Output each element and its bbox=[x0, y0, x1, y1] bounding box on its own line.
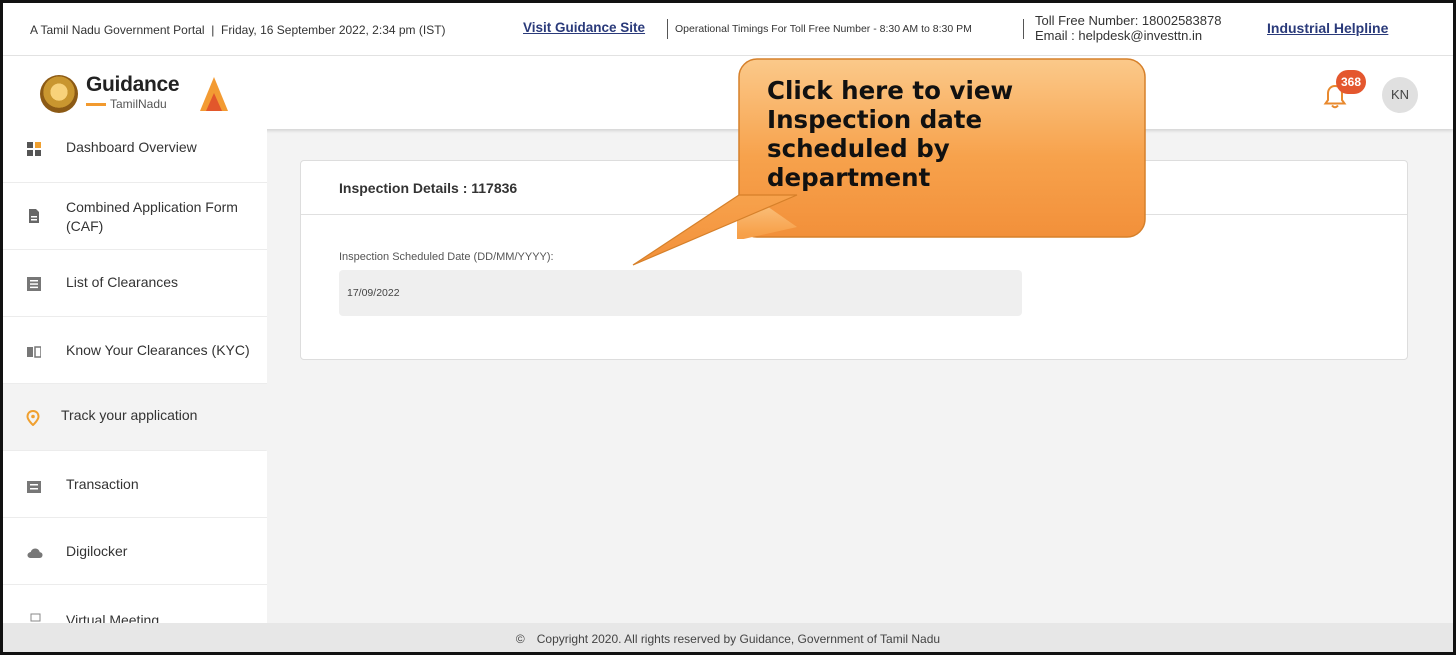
sidebar-item-label: List of Clearances bbox=[66, 274, 179, 290]
visit-guidance-site-link[interactable]: Visit Guidance Site bbox=[523, 20, 645, 35]
inspection-date-field[interactable]: 17/09/2022 bbox=[339, 270, 1022, 316]
dashboard-icon bbox=[27, 142, 41, 156]
document-icon bbox=[29, 209, 39, 223]
card-title: Inspection Details : 117836 bbox=[339, 180, 518, 196]
portal-text: A Tamil Nadu Government Portal bbox=[30, 23, 205, 37]
callout-pointer bbox=[632, 194, 798, 266]
guidance-logo[interactable]: Guidance TamilNadu bbox=[40, 73, 228, 113]
sidebar-item-transaction[interactable]: Transaction bbox=[3, 451, 267, 518]
sidebar-item-kyc[interactable]: Know Your Clearances (KYC) bbox=[3, 317, 267, 384]
notification-count-badge[interactable]: 368 bbox=[1336, 70, 1366, 94]
list-icon bbox=[27, 277, 41, 291]
transaction-icon bbox=[27, 481, 41, 493]
divider bbox=[667, 19, 668, 39]
sidebar-item-label: Dashboard Overview bbox=[66, 139, 197, 155]
app-header: Guidance TamilNadu 368 KN bbox=[3, 56, 1453, 129]
sidebar-item-label: Virtual Meeting bbox=[66, 612, 160, 623]
callout-text: Click here to view Inspection date sched… bbox=[767, 76, 1014, 192]
logo-subtitle: TamilNadu bbox=[110, 97, 167, 111]
sidebar-item-label: Transaction bbox=[66, 476, 139, 492]
sidebar-item-caf[interactable]: Combined Application Form (CAF) bbox=[3, 183, 267, 250]
user-avatar[interactable]: KN bbox=[1382, 77, 1418, 113]
copyright-symbol: © bbox=[515, 632, 525, 646]
inspection-date-label: Inspection Scheduled Date (DD/MM/YYYY): bbox=[339, 251, 554, 263]
video-meeting-icon bbox=[30, 613, 41, 622]
contact-info: Toll Free Number: 18002583878 Email : he… bbox=[1035, 13, 1221, 43]
sidebar-item-list-of-clearances[interactable]: List of Clearances bbox=[3, 250, 267, 317]
sidebar-item-digilocker[interactable]: Digilocker bbox=[3, 518, 267, 585]
sidebar-item-label: Know Your Clearances (KYC) bbox=[66, 342, 250, 358]
location-pin-icon bbox=[26, 410, 40, 426]
current-datetime: Friday, 16 September 2022, 2:34 pm (IST) bbox=[220, 23, 446, 37]
sidebar-item-label: Combined Application Form (CAF) bbox=[66, 199, 238, 234]
portal-info: A Tamil Nadu Government Portal | Friday,… bbox=[30, 23, 446, 37]
sidebar-item-label: Digilocker bbox=[66, 543, 128, 559]
logo-stripe bbox=[86, 103, 106, 106]
tn-emblem-icon bbox=[40, 75, 78, 113]
toll-free-number: Toll Free Number: 18002583878 bbox=[1035, 13, 1222, 28]
helpdesk-email: Email : helpdesk@investtn.in bbox=[1035, 28, 1203, 43]
logo-flame-inner bbox=[206, 93, 222, 111]
inspection-date-value: 17/09/2022 bbox=[347, 287, 400, 299]
footer-copyright: Copyright 2020. All rights reserved by G… bbox=[536, 632, 941, 646]
divider bbox=[1023, 19, 1024, 39]
book-icon bbox=[27, 346, 41, 358]
operational-timings: Operational Timings For Toll Free Number… bbox=[675, 23, 972, 35]
sidebar-item-label: Track your application bbox=[61, 407, 198, 423]
sidebar: Dashboard Overview Combined Application … bbox=[3, 129, 267, 623]
sidebar-item-virtual-meeting[interactable]: Virtual Meeting bbox=[3, 585, 267, 623]
app-window: A Tamil Nadu Government Portal | Friday,… bbox=[0, 0, 1456, 655]
sidebar-item-track-application[interactable]: Track your application bbox=[3, 384, 267, 451]
footer: © Copyright 2020. All rights reserved by … bbox=[3, 623, 1453, 652]
logo-brand: Guidance bbox=[86, 73, 180, 96]
top-info-bar: A Tamil Nadu Government Portal | Friday,… bbox=[3, 3, 1453, 56]
sidebar-item-dashboard-overview[interactable]: Dashboard Overview bbox=[3, 129, 267, 183]
cloud-icon bbox=[27, 548, 43, 558]
industrial-helpline-link[interactable]: Industrial Helpline bbox=[1267, 20, 1388, 36]
